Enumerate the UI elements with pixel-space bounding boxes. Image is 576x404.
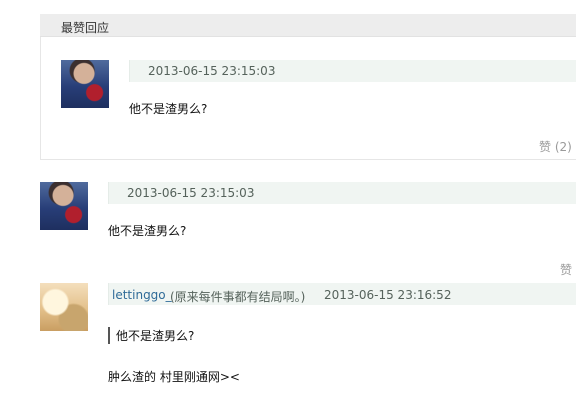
username-link[interactable]: lettinggo_	[112, 288, 172, 302]
best-replies-title: 最赞回应	[61, 21, 110, 35]
like-button[interactable]: 赞 (2)	[539, 138, 572, 155]
comment-timestamp: 2013-06-15 23:15:03	[148, 64, 276, 78]
avatar[interactable]	[61, 60, 109, 108]
quoted-reply: 他不是渣男么?	[108, 327, 194, 344]
avatar[interactable]	[40, 283, 88, 331]
avatar[interactable]	[40, 182, 88, 230]
best-replies-header	[40, 14, 576, 37]
comment-timestamp: 2013-06-15 23:15:03	[127, 186, 255, 200]
comment-timestamp: 2013-06-15 23:16:52	[324, 288, 452, 302]
like-button[interactable]: 赞	[560, 261, 572, 278]
comment-text: 他不是渣男么?	[108, 224, 187, 238]
user-signature: (原来每件事都有结局啊。)	[170, 290, 306, 304]
comment-text: 他不是渣男么?	[129, 102, 208, 116]
quoted-text: 他不是渣男么?	[116, 329, 195, 343]
comment-text: 肿么渣的 村里刚通网><	[108, 370, 240, 384]
